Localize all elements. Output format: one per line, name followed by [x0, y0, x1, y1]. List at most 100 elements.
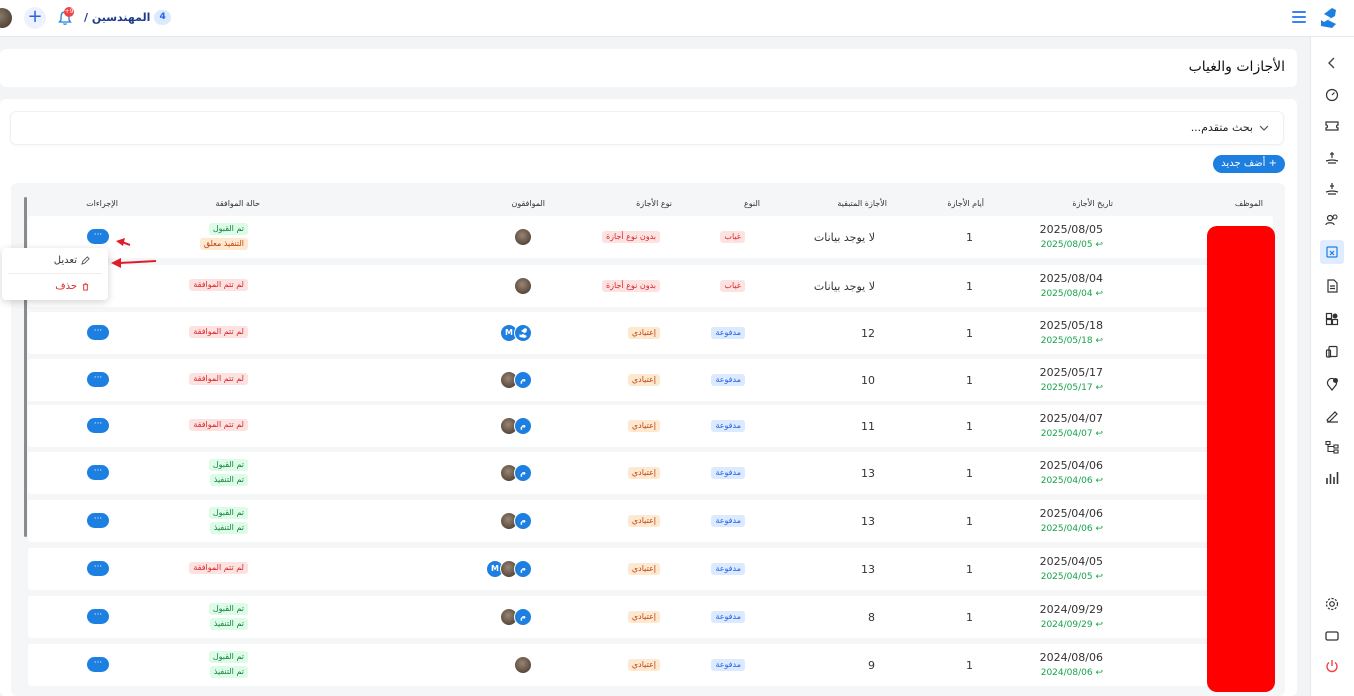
document-icon[interactable]	[1322, 276, 1342, 296]
col-header-approvers[interactable]: الموافقون	[511, 199, 545, 208]
power-logout-icon[interactable]	[1322, 656, 1342, 676]
status-badge: لم تتم الموافقة	[189, 562, 248, 574]
leave-days: 1	[966, 467, 973, 480]
users-icon[interactable]	[1322, 210, 1342, 230]
row-actions-button[interactable]: ···	[87, 418, 109, 433]
table-row[interactable]: 2025/04/06 2025/04/06 ↩ 1 13 مدفوعة إعتي…	[28, 452, 1273, 494]
approvers-group	[514, 228, 532, 246]
app-logo-icon[interactable]	[1316, 6, 1340, 30]
page-title: الأجازات والغياب	[1188, 59, 1285, 75]
row-actions-button[interactable]: ···	[87, 229, 109, 244]
col-header-leave-days[interactable]: أيام الأجازة	[947, 199, 984, 208]
col-header-remaining[interactable]: الأجازة المتبقية	[837, 199, 887, 208]
leave-calendar-icon[interactable]	[1320, 240, 1344, 264]
leave-date: 2025/04/07	[1039, 412, 1103, 425]
top-bar: 4 المهندسين / + +9	[0, 0, 1354, 37]
approver-avatar[interactable]: م	[514, 560, 532, 578]
window-icon[interactable]	[1322, 626, 1342, 646]
breadcrumb-title[interactable]: المهندسين /	[84, 11, 150, 24]
approvers-group	[514, 277, 532, 295]
reports-chart-icon[interactable]	[1322, 468, 1342, 488]
collapse-chevron-icon[interactable]	[1322, 53, 1342, 73]
kind-badge: مدفوعة	[711, 374, 745, 386]
row-actions-button[interactable]: ···	[87, 465, 109, 480]
advanced-search-panel[interactable]: بحث متقدم...	[10, 111, 1284, 145]
approver-avatar[interactable]: م	[514, 417, 532, 435]
approver-avatar[interactable]	[514, 228, 532, 246]
table-row[interactable]: 2024/08/06 2024/08/06 ↩ 1 9 مدفوعة إعتيا…	[28, 644, 1273, 686]
col-header-approval-status[interactable]: حالة الموافقة	[216, 199, 260, 208]
delete-menu-item[interactable]: حذف	[55, 281, 90, 292]
leave-days: 1	[966, 515, 973, 528]
row-actions-button[interactable]: ···	[87, 372, 109, 387]
approver-avatar[interactable]: م	[514, 371, 532, 389]
col-header-actions[interactable]: الإجراءات	[86, 199, 118, 208]
ticket-icon[interactable]	[1322, 116, 1342, 136]
status-badge: لم تتم الموافقة	[189, 373, 248, 385]
devices-icon[interactable]	[1322, 342, 1342, 362]
breadcrumb[interactable]: 4 المهندسين /	[84, 10, 171, 25]
remaining-leave: 9	[868, 659, 875, 672]
status-badge: تم القبول	[208, 459, 248, 471]
status-badge: تم القبول	[208, 603, 248, 615]
table-row[interactable]: 2024/09/29 2024/09/29 ↩ 1 8 مدفوعة إعتيا…	[28, 596, 1273, 638]
leave-days: 1	[966, 563, 973, 576]
row-actions-button[interactable]: ···	[87, 325, 109, 340]
col-header-leave-date[interactable]: تاريخ الأجازة	[1072, 199, 1113, 208]
leave-date: 2025/04/06	[1039, 459, 1103, 472]
menu-icon[interactable]	[1292, 11, 1306, 23]
approver-avatar[interactable]: م	[514, 608, 532, 626]
grid-apps-icon[interactable]	[1322, 309, 1342, 329]
row-actions-button[interactable]: ···	[87, 561, 109, 576]
leave-date-end: 2025/05/17 ↩	[1040, 383, 1103, 393]
table-row[interactable]: 2025/04/07 2025/04/07 ↩ 1 11 مدفوعة إعتي…	[28, 405, 1273, 447]
menu-divider	[8, 273, 102, 274]
advanced-search-toggle[interactable]: بحث متقدم...	[1191, 121, 1269, 134]
leave-type-badge: إعتيادي	[627, 327, 660, 339]
add-new-button[interactable]: + أضف جديد	[1213, 155, 1285, 173]
table-row[interactable]: 2025/08/05 2025/08/05 ↩ 1 لا يوجد بيانات…	[28, 216, 1273, 258]
row-actions-button[interactable]: ···	[87, 609, 109, 624]
table-row[interactable]: 2025/04/06 2025/04/06 ↩ 1 13 مدفوعة إعتي…	[28, 500, 1273, 542]
leave-date-end: 2025/05/18 ↩	[1040, 336, 1103, 346]
salary-icon[interactable]	[1322, 147, 1342, 167]
approver-avatar[interactable]	[514, 277, 532, 295]
status-badge: تم التنفيذ	[209, 666, 248, 678]
approver-avatar[interactable]: م	[514, 512, 532, 530]
approver-avatar[interactable]	[514, 656, 532, 674]
table-row[interactable]: 2025/04/05 2025/04/05 ↩ 1 13 مدفوعة إعتي…	[28, 548, 1273, 590]
row-actions-menu: تعديل حذف	[2, 248, 108, 300]
advanced-search-label: بحث متقدم...	[1190, 121, 1253, 134]
signature-icon[interactable]	[1322, 405, 1342, 425]
remaining-leave: 12	[861, 327, 875, 340]
approval-status: تم القبول تم التنفيذ	[208, 651, 248, 678]
leave-type-badge: إعتيادي	[627, 374, 660, 386]
status-badge: تم التنفيذ	[209, 618, 248, 630]
approver-avatar[interactable]	[514, 324, 532, 342]
payroll-icon[interactable]	[1322, 178, 1342, 198]
approver-avatar[interactable]: م	[514, 464, 532, 482]
row-actions-button[interactable]: ···	[87, 513, 109, 528]
remaining-leave: لا يوجد بيانات	[813, 280, 875, 293]
edit-menu-item[interactable]: تعديل	[54, 255, 90, 266]
status-badge: تم القبول	[208, 507, 248, 519]
col-header-kind[interactable]: النوع	[744, 199, 760, 208]
row-actions-button[interactable]: ···	[87, 657, 109, 672]
dashboard-icon[interactable]	[1322, 84, 1342, 104]
table-row[interactable]: 2025/08/04 2025/08/04 ↩ 1 لا يوجد بيانات…	[28, 265, 1273, 307]
table-row[interactable]: 2025/05/18 2025/05/18 ↩ 1 12 مدفوعة إعتي…	[28, 312, 1273, 354]
status-badge: لم تتم الموافقة	[189, 326, 248, 338]
table-row[interactable]: 2025/05/17 2025/05/17 ↩ 1 10 مدفوعة إعتي…	[28, 359, 1273, 401]
add-icon[interactable]: +	[24, 7, 46, 29]
org-chart-icon[interactable]	[1322, 437, 1342, 457]
col-header-leave-type[interactable]: نوع الأجازة	[636, 199, 672, 208]
col-header-employee[interactable]: الموظف	[1235, 199, 1263, 208]
leave-date-end: 2025/08/04 ↩	[1040, 289, 1103, 299]
settings-gear-icon[interactable]	[1322, 594, 1342, 614]
page-header: الأجازات والغياب	[0, 49, 1297, 87]
user-avatar[interactable]	[0, 8, 12, 28]
approvers-group: م	[500, 417, 532, 435]
location-check-icon[interactable]	[1322, 374, 1342, 394]
kind-badge: غياب	[720, 280, 745, 292]
approval-status: لم تتم الموافقة	[189, 326, 248, 338]
